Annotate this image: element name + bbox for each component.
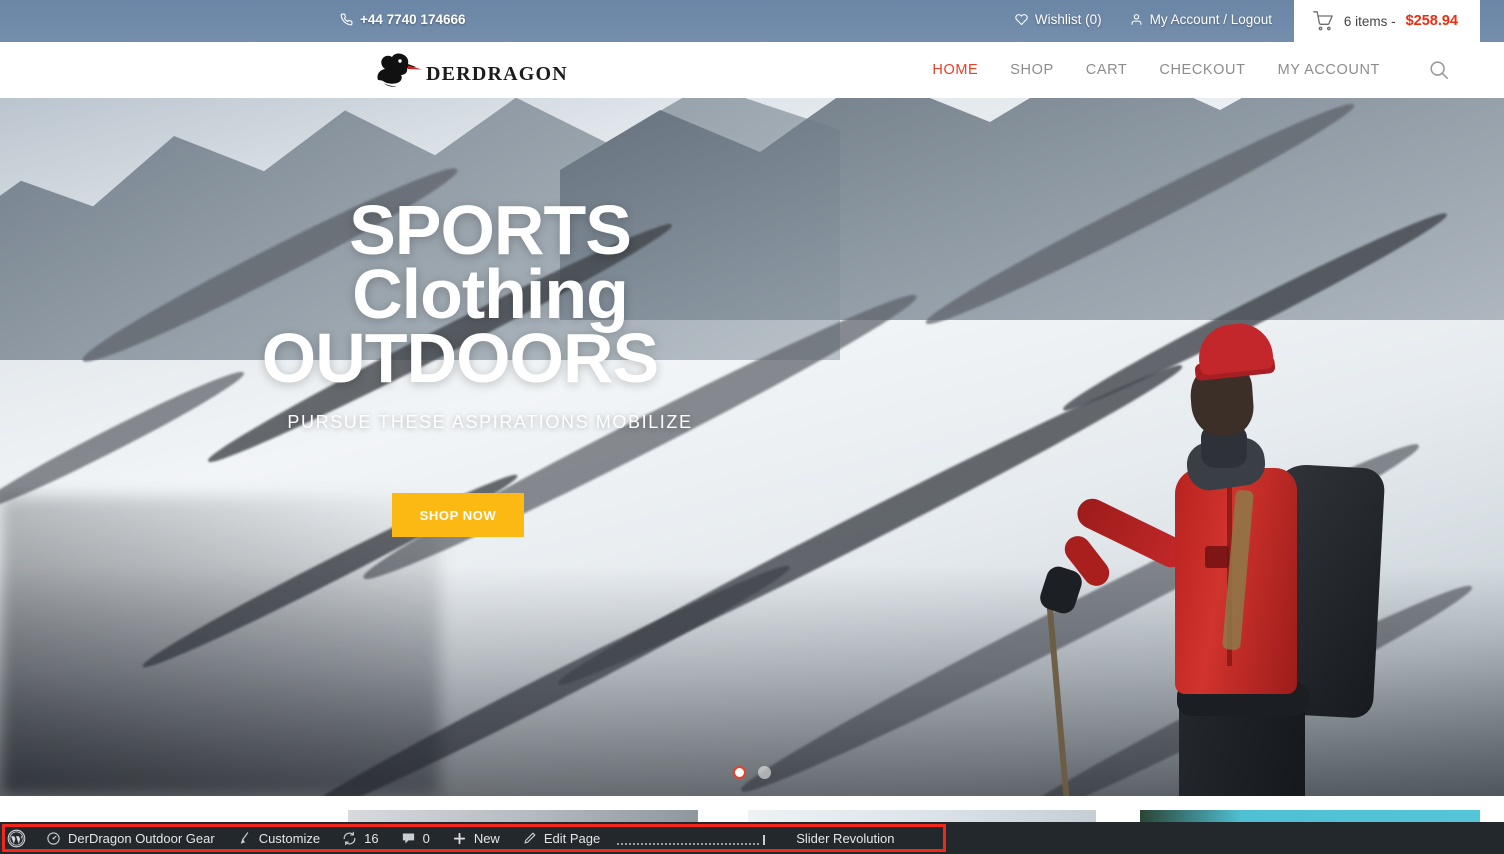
dashboard-icon: [46, 831, 61, 846]
cart-summary[interactable]: 6 items - $258.94: [1293, 0, 1480, 42]
paintbrush-icon: [237, 831, 252, 846]
nav-item-my-account[interactable]: MY ACCOUNT: [1262, 62, 1396, 78]
admin-bar-updates-count: 16: [364, 830, 379, 846]
my-account-link[interactable]: My Account / Logout: [1130, 12, 1272, 27]
shopping-cart-icon: [1312, 11, 1334, 31]
pencil-icon: [522, 831, 537, 846]
wordpress-icon: [7, 829, 26, 848]
admin-bar-slider-revolution[interactable]: Slider Revolution: [785, 822, 905, 854]
hero-copy: SPORTS Clothing OUTDOORS PURSUE THESE AS…: [0, 191, 980, 433]
comment-icon: [401, 831, 416, 846]
shop-now-button[interactable]: SHOP NOW: [392, 493, 524, 537]
hero-headline-line3: OUTDOORS: [261, 318, 659, 397]
updates-icon: [342, 831, 357, 846]
heart-icon: [1015, 13, 1028, 26]
nav-item-checkout[interactable]: CHECKOUT: [1143, 62, 1261, 78]
below-fold-section: [0, 796, 1504, 824]
dotted-rule: [617, 843, 762, 845]
admin-bar-comments-count: 0: [422, 830, 430, 846]
hero-slider[interactable]: SPORTS Clothing OUTDOORS PURSUE THESE AS…: [0, 0, 1504, 796]
wordpress-admin-bar: DerDragon Outdoor Gear Customize 16 0 Ne…: [0, 822, 1504, 854]
phone-icon: [340, 13, 353, 26]
hero-headline-line1: SPORTS: [349, 191, 632, 269]
dotted-rule-cap: [763, 835, 766, 845]
phone-number[interactable]: +44 7740 174666: [340, 12, 465, 27]
slider-revolution-label: Slider Revolution: [796, 830, 895, 846]
admin-bar-edit-page[interactable]: Edit Page: [511, 822, 611, 854]
wishlist-link[interactable]: Wishlist (0): [1015, 12, 1102, 27]
cart-item-count: 6 items -: [1343, 13, 1396, 29]
top-utility-bar: +44 7740 174666 Wishlist (0) My Account …: [0, 0, 1504, 42]
dragon-logo-icon: [372, 50, 424, 88]
nav-item-cart[interactable]: CART: [1070, 62, 1144, 78]
logo-wordmark: DERDRAGON: [426, 63, 568, 85]
cart-total: $258.94: [1405, 13, 1458, 29]
admin-bar-updates[interactable]: 16: [331, 822, 389, 854]
slider-dot-2[interactable]: [758, 766, 771, 779]
admin-bar-comments[interactable]: 0: [390, 822, 441, 854]
main-header: DERDRAGON HOME SHOP CART CHECKOUT MY ACC…: [0, 42, 1504, 98]
hiker-figure: [1015, 300, 1435, 796]
phone-number-label: +44 7740 174666: [360, 12, 466, 27]
jacket-logo: [1205, 546, 1229, 568]
top-utility-links: Wishlist (0) My Account / Logout: [1015, 12, 1272, 27]
wishlist-label: Wishlist (0): [1034, 12, 1102, 27]
admin-bar-site-name[interactable]: DerDragon Outdoor Gear: [35, 822, 226, 854]
my-account-label: My Account / Logout: [1149, 12, 1272, 27]
admin-bar-new-label: New: [473, 830, 500, 846]
admin-bar-progress-indicator: [617, 822, 767, 854]
hero-headline-line2: Clothing: [352, 254, 629, 333]
admin-bar-new-content[interactable]: New: [441, 822, 511, 854]
wordpress-logo-menu[interactable]: [0, 822, 35, 854]
nav-item-shop[interactable]: SHOP: [994, 62, 1070, 78]
red-beanie: [1195, 320, 1275, 376]
hero-subtitle: PURSUE THESE ASPIRATIONS MOBILIZE: [287, 412, 693, 433]
user-icon: [1130, 13, 1143, 26]
plus-icon: [452, 831, 467, 846]
admin-bar-customize[interactable]: Customize: [226, 822, 331, 854]
site-logo[interactable]: DERDRAGON: [372, 50, 568, 88]
search-icon[interactable]: [1428, 59, 1452, 83]
admin-bar-edit-page-label: Edit Page: [543, 830, 601, 846]
slider-dot-1[interactable]: [733, 766, 746, 779]
admin-bar-customize-label: Customize: [258, 830, 321, 846]
admin-bar-site-name-label: DerDragon Outdoor Gear: [68, 830, 215, 846]
primary-navigation: HOME SHOP CART CHECKOUT MY ACCOUNT: [916, 42, 1396, 98]
slider-pagination[interactable]: [0, 766, 1504, 779]
nav-item-home[interactable]: HOME: [916, 62, 994, 78]
